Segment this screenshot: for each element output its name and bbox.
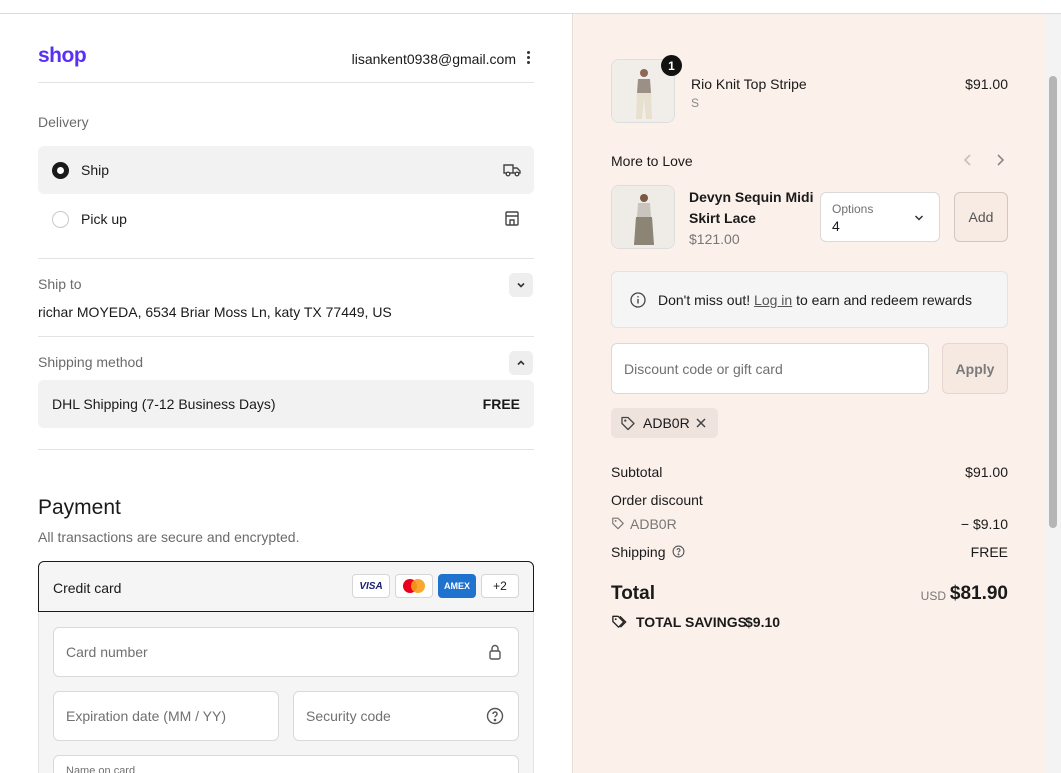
product-price: $91.00 <box>965 76 1008 92</box>
shipping-value: FREE <box>970 544 1008 560</box>
ship-to-toggle[interactable] <box>509 273 533 297</box>
card-number-field[interactable] <box>53 627 519 677</box>
product-name: Rio Knit Top Stripe <box>691 76 807 92</box>
discount-value: − $9.10 <box>960 516 1008 532</box>
total-label: Total <box>611 583 655 604</box>
divider <box>38 449 534 450</box>
option-label-pickup: Pick up <box>81 211 127 227</box>
payment-subtitle: All transactions are secure and encrypte… <box>38 529 300 545</box>
visa-icon: VISA <box>352 574 390 598</box>
lock-icon <box>489 644 501 660</box>
scrollbar[interactable] <box>1046 14 1061 773</box>
options-value: 4 <box>832 218 840 234</box>
tag-icon <box>612 517 624 530</box>
amex-icon: AMEX <box>438 574 476 598</box>
help-circle-icon[interactable] <box>486 707 504 725</box>
delivery-option-pickup[interactable]: Pick up <box>38 195 534 243</box>
options-select[interactable]: Options 4 <box>820 192 940 242</box>
ship-to-label: Ship to <box>38 276 82 292</box>
checkout-header: shop lisankent0938@gmail.com <box>38 44 534 83</box>
radio-pickup[interactable] <box>52 211 69 228</box>
order-discount-label: Order discount <box>611 492 703 508</box>
recommendation-image <box>612 186 674 248</box>
delivery-option-ship[interactable]: Ship <box>38 146 534 194</box>
apply-discount-button[interactable]: Apply <box>942 343 1008 394</box>
product-variant: S <box>691 96 700 110</box>
tag-icon <box>621 416 635 431</box>
add-recommendation-button[interactable]: Add <box>954 192 1008 242</box>
credit-card-fields: Name on card <box>38 612 534 773</box>
applied-discount-chip: ADB0R <box>611 408 718 438</box>
shipping-row: Shipping FREE <box>611 544 1008 560</box>
card-number-input[interactable] <box>66 628 482 676</box>
radio-ship[interactable] <box>52 162 69 179</box>
rewards-text: Don't miss out! Log in to earn and redee… <box>658 292 972 308</box>
shipping-label: Shipping <box>611 544 666 560</box>
recommendation-price: $121.00 <box>689 231 740 247</box>
security-code-input[interactable] <box>306 692 482 740</box>
store-icon <box>505 211 519 226</box>
subtotal-value: $91.00 <box>965 464 1008 480</box>
recommendation-name[interactable]: Devyn Sequin Midi Skirt Lace <box>689 187 814 229</box>
quantity-badge: 1 <box>661 55 682 76</box>
subtotal-label: Subtotal <box>611 464 663 480</box>
shipping-method-name: DHL Shipping (7-12 Business Days) <box>52 396 276 412</box>
discount-input[interactable] <box>624 344 914 393</box>
more-options-icon[interactable] <box>522 49 534 67</box>
chevron-up-icon <box>517 360 525 366</box>
order-discount-row: Order discount <box>611 492 1008 508</box>
total-currency: USD <box>920 589 946 603</box>
help-circle-icon[interactable] <box>672 545 685 558</box>
total-row: Total USD $81.90 <box>611 583 1008 607</box>
chevron-down-icon <box>517 282 525 288</box>
account-email: lisankent0938@gmail.com <box>351 51 516 67</box>
chevron-down-icon <box>914 215 924 221</box>
expiration-field[interactable] <box>53 691 279 741</box>
rewards-suffix: to earn and redeem rewards <box>796 292 972 308</box>
more-to-love-title: More to Love <box>611 153 693 169</box>
rewards-prefix: Don't miss out! <box>658 292 751 308</box>
rewards-banner: Don't miss out! Log in to earn and redee… <box>611 271 1008 328</box>
name-on-card-label: Name on card <box>66 765 136 773</box>
scrollbar-thumb[interactable] <box>1049 76 1057 528</box>
option-label-ship: Ship <box>81 162 110 178</box>
mastercard-icon <box>395 574 433 598</box>
divider <box>38 258 534 259</box>
total-savings-value: $9.10 <box>745 614 781 630</box>
security-code-field[interactable] <box>293 691 519 741</box>
divider <box>38 336 534 337</box>
total-value: $81.90 <box>949 583 1008 604</box>
truck-icon <box>503 164 521 177</box>
ship-to-address: richar MOYEDA, 6534 Briar Moss Ln, katy … <box>38 304 392 320</box>
expiration-input[interactable] <box>66 692 276 740</box>
chevron-right-icon[interactable] <box>992 152 1008 168</box>
close-icon[interactable] <box>695 417 707 429</box>
browser-top-edge <box>0 0 1061 14</box>
shipping-method-option[interactable]: DHL Shipping (7-12 Business Days) FREE <box>38 380 534 428</box>
credit-card-label: Credit card <box>53 580 122 596</box>
info-icon <box>630 292 646 308</box>
delivery-label: Delivery <box>38 114 89 130</box>
total-savings-label: TOTAL SAVINGS <box>636 614 747 630</box>
shipping-method-price: FREE <box>482 396 520 412</box>
shop-logo[interactable]: shop <box>38 44 87 68</box>
subtotal-row: Subtotal $91.00 <box>611 464 1008 480</box>
shipping-method-toggle[interactable] <box>509 351 533 375</box>
recommendation-thumbnail[interactable] <box>611 185 675 249</box>
options-label: Options <box>832 202 874 216</box>
shipping-method-label: Shipping method <box>38 354 144 370</box>
login-link[interactable]: Log in <box>754 292 792 308</box>
payment-title: Payment <box>38 496 121 519</box>
discount-field[interactable] <box>611 343 929 394</box>
applied-discount-code: ADB0R <box>643 415 690 431</box>
name-on-card-field[interactable]: Name on card <box>53 755 519 773</box>
more-cards-badge: +2 <box>481 574 519 598</box>
tags-icon <box>612 615 627 628</box>
discount-code-label: ADB0R <box>630 516 677 532</box>
credit-card-option[interactable]: Credit card VISA AMEX +2 <box>38 561 534 612</box>
chevron-left-icon[interactable] <box>960 152 976 168</box>
